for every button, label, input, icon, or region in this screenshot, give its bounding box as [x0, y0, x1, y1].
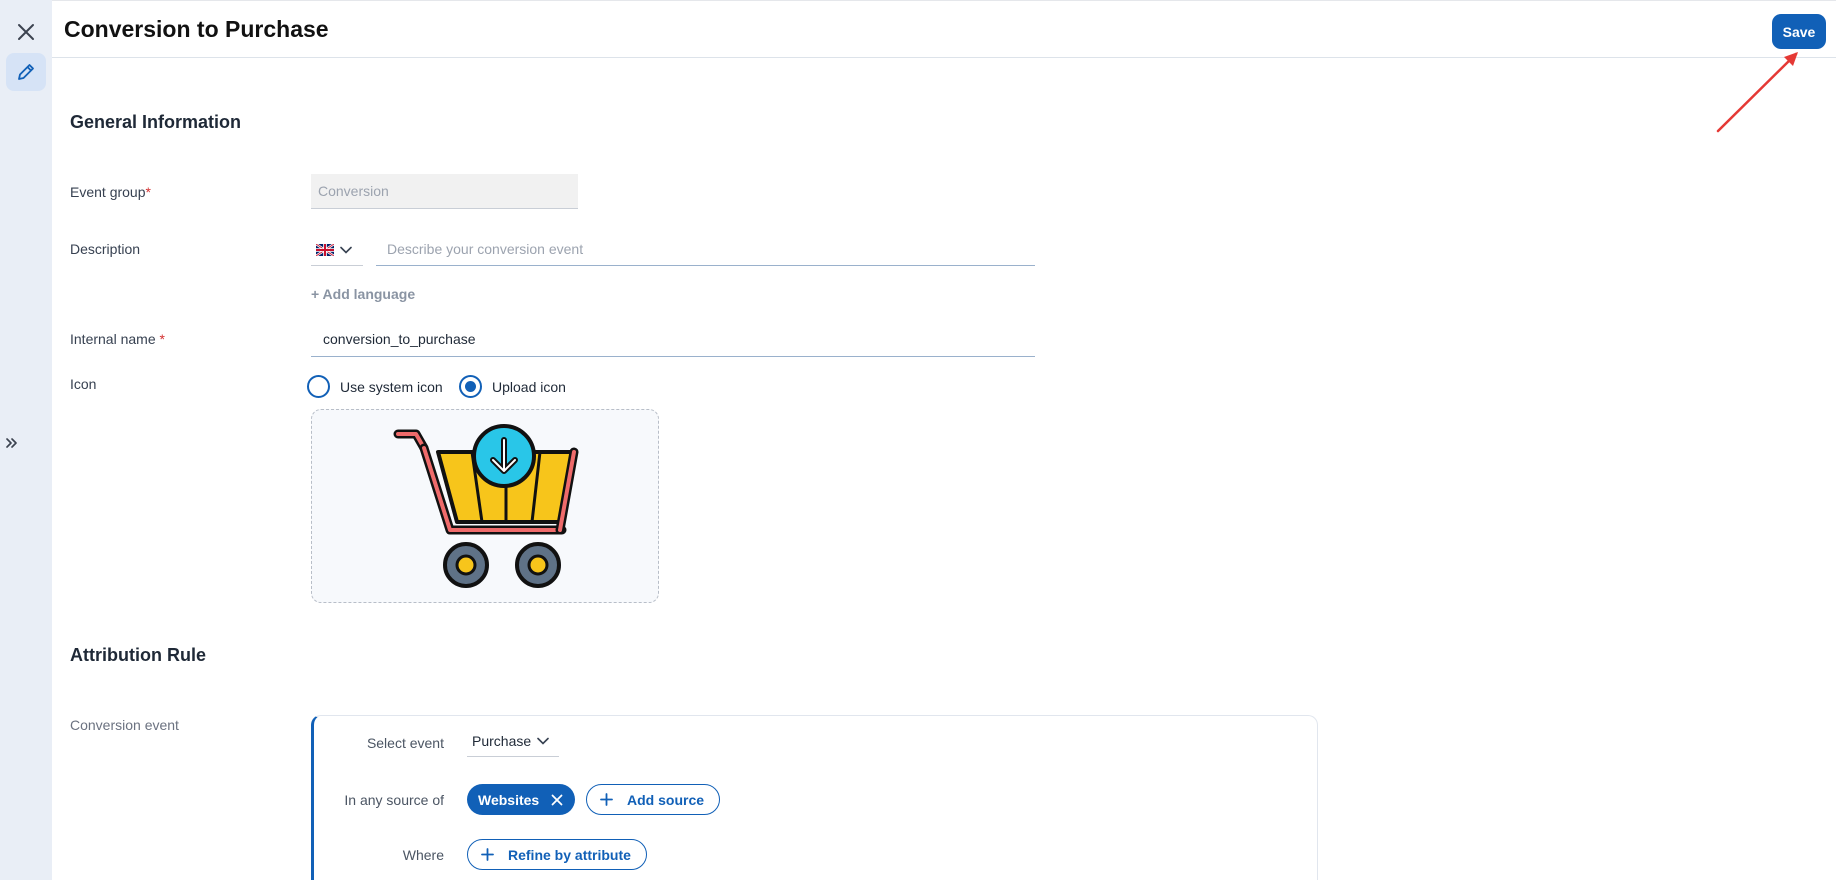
description-input[interactable]: Describe your conversion event [376, 234, 1035, 266]
add-source-label: Add source [627, 791, 705, 808]
description-label: Description [70, 241, 141, 257]
pencil-icon[interactable] [6, 53, 46, 91]
internal-name-label-text: Internal name [70, 331, 160, 347]
chevron-down-icon [340, 246, 352, 254]
radio-circle [459, 375, 482, 398]
plus-icon [481, 848, 494, 861]
required-mark: * [159, 331, 165, 347]
language-select[interactable] [311, 234, 363, 266]
radio-label: Use system icon [340, 378, 443, 395]
select-event-label: Select event [366, 735, 444, 751]
section-title-attribution: Attribution Rule [70, 645, 206, 665]
page-header: Conversion to Purchase Save [52, 0, 1836, 58]
selected-event: Purchase [472, 733, 532, 749]
add-source-button[interactable]: Add source [586, 784, 721, 815]
close-icon[interactable] [551, 794, 563, 806]
radio-upload-icon[interactable]: Upload icon [459, 375, 566, 398]
radio-label: Upload icon [492, 378, 566, 395]
close-icon[interactable] [11, 17, 41, 47]
double-chevron-right-icon[interactable] [2, 432, 22, 454]
save-button[interactable]: Save [1772, 14, 1826, 49]
event-group-label: Event group* [70, 184, 151, 200]
uk-flag-icon [316, 243, 334, 256]
left-rail [0, 0, 52, 880]
shopping-cart-download-icon [393, 424, 579, 588]
radio-circle [307, 375, 330, 398]
attribution-rule-card: Select event Purchase In any source of W… [311, 715, 1318, 880]
annotation-arrow [1716, 52, 1798, 133]
required-mark: * [145, 184, 151, 200]
section-title-general: General Information [70, 112, 242, 132]
icon-upload-area[interactable] [311, 409, 659, 603]
source-chip-label: Websites [478, 791, 540, 808]
where-label: Where [402, 847, 444, 863]
radio-use-system-icon[interactable]: Use system icon [307, 375, 443, 398]
page-title: Conversion to Purchase [64, 16, 329, 42]
plus-icon [600, 793, 613, 806]
add-language-link[interactable]: + Add language [311, 286, 415, 302]
event-group-label-text: Event group [70, 184, 146, 200]
event-select[interactable]: Purchase [467, 726, 559, 757]
event-group-field: Conversion [311, 174, 578, 209]
icon-label: Icon [70, 376, 97, 392]
source-label: In any source of [344, 792, 444, 808]
internal-name-label: Internal name * [70, 331, 165, 347]
conversion-event-label: Conversion event [70, 717, 179, 733]
chevron-down-icon [537, 737, 549, 745]
refine-label: Refine by attribute [508, 846, 631, 863]
source-chip-websites[interactable]: Websites [467, 784, 576, 815]
refine-by-attribute-button[interactable]: Refine by attribute [467, 839, 647, 870]
internal-name-input[interactable]: conversion_to_purchase [311, 323, 1035, 357]
